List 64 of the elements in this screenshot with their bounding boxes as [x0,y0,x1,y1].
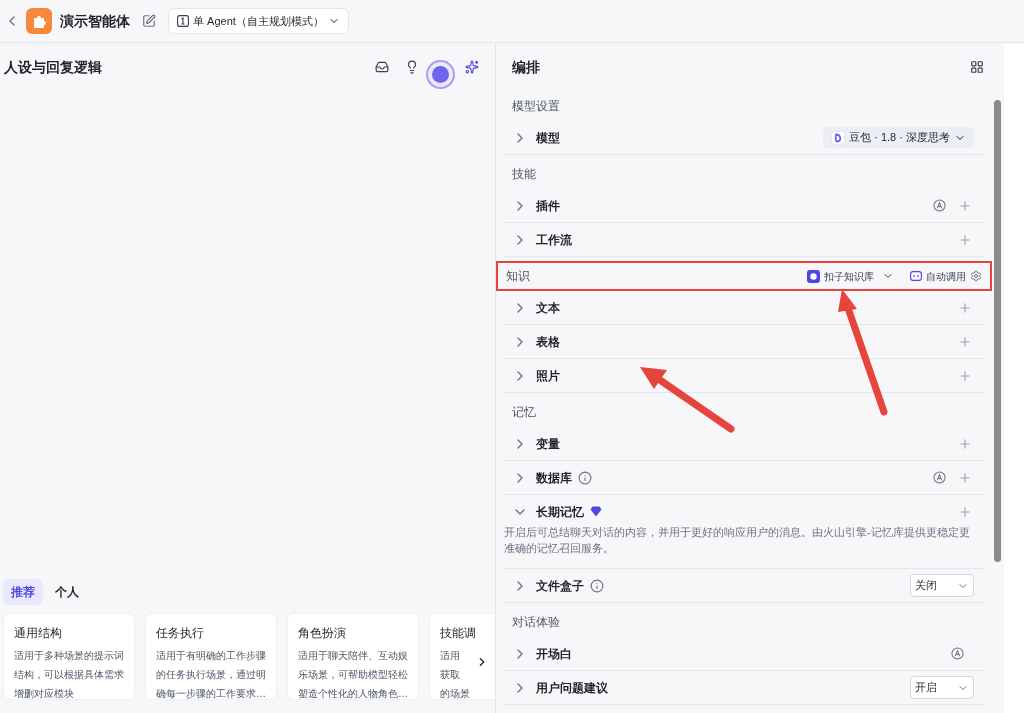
mode-icon [177,15,189,27]
item-description: 开启后可总结聊天对话的内容，并用于更好的响应用户的消息。由火山引擎-记忆库提供更稳定更准确的记忆召回服务。 [504,525,971,556]
template-description: 的任务执行场景，通过明 [156,668,266,682]
template-tab[interactable]: 推荐 [3,579,43,605]
call-mode-button[interactable]: 自动调用 [910,268,982,284]
auto-icon[interactable] [933,199,946,212]
template-description: 结构，可以根据具体需求 [14,668,124,682]
item-label[interactable]: 用户问题建议 [536,678,608,697]
lightbulb-icon[interactable] [405,60,419,74]
template-card[interactable]: 角色扮演 适用于聊天陪伴、互动娱 乐场景，可帮助模型轻松 塑造个性化的人物角色… [287,613,419,700]
template-description: 乐场景，可帮助模型轻松 [298,668,408,682]
robot-icon [910,271,922,281]
template-title: 技能调 [440,625,477,642]
sparkle-icon[interactable] [465,60,479,74]
template-card[interactable]: 技能调 适用 获取 的场景 [429,613,495,700]
template-description: 的场景 [440,687,470,700]
auto-icon[interactable] [951,647,964,660]
bot-icon [807,269,820,283]
item-label[interactable]: 表格 [536,332,560,351]
item-label[interactable]: 变量 [536,434,560,453]
item-label[interactable]: 插件 [536,196,560,215]
panel-title: 人设与回复逻辑 [4,57,102,77]
template-title: 通用结构 [14,625,63,642]
model-select[interactable]: 豆包 · 1.8 · 深度思考 [823,127,974,148]
auto-icon[interactable] [933,471,946,484]
inbox-icon[interactable] [375,60,389,74]
edit-icon[interactable] [142,14,156,28]
section-title: 知识 [506,268,530,285]
template-description: 适用 [440,649,460,663]
item-label[interactable]: 开场白 [536,644,572,663]
mode-select[interactable]: 单 Agent（自主规划模式） [168,7,349,35]
dropdown-select[interactable]: 关闭 [910,574,974,597]
template-card[interactable]: 任务执行 适用于有明确的工作步骤 的任务执行场景，通过明 确每一步骤的工作要求… [145,613,277,700]
section-title: 模型设置 [512,98,560,115]
item-label[interactable]: 文本 [536,298,560,317]
section-title: 对话体验 [512,614,560,631]
dropdown-select[interactable]: 开启 [910,676,974,699]
template-description: 获取 [440,668,460,682]
layout-icon[interactable] [970,60,984,74]
template-card[interactable]: 通用结构 适用于多种场景的提示词 结构，可以根据具体需求 增删对应模块 [3,613,135,700]
template-description: 增删对应模块 [14,687,74,700]
template-description: 适用于聊天陪伴、互动娱 [298,649,408,663]
section-title: 技能 [512,166,536,183]
item-label[interactable]: 模型 [536,128,560,147]
settings-icon [970,270,982,282]
section-title: 记忆 [512,404,536,421]
knowledge-source-select[interactable]: 扣子知识库 [807,268,894,284]
item-label[interactable]: 照片 [536,366,560,385]
template-description: 确每一步骤的工作要求… [156,687,266,700]
template-title: 任务执行 [156,625,205,642]
item-label[interactable]: 工作流 [536,230,572,249]
click-indicator [426,60,455,89]
template-tab[interactable]: 个人 [47,579,87,605]
agent-title: 演示智能体 [60,11,130,31]
model-logo-icon [831,130,846,145]
item-label[interactable]: 数据库 [536,468,572,487]
template-description: 适用于有明确的工作步骤 [156,649,266,663]
template-description: 塑造个性化的人物角色… [298,687,408,700]
item-label[interactable]: 文件盒子 [536,576,584,595]
panel-title: 编排 [512,57,540,77]
template-title: 角色扮演 [298,625,347,642]
template-description: 适用于多种场景的提示词 [14,649,124,663]
app-logo-icon [26,8,52,34]
item-label[interactable]: 长期记忆 [536,502,584,521]
